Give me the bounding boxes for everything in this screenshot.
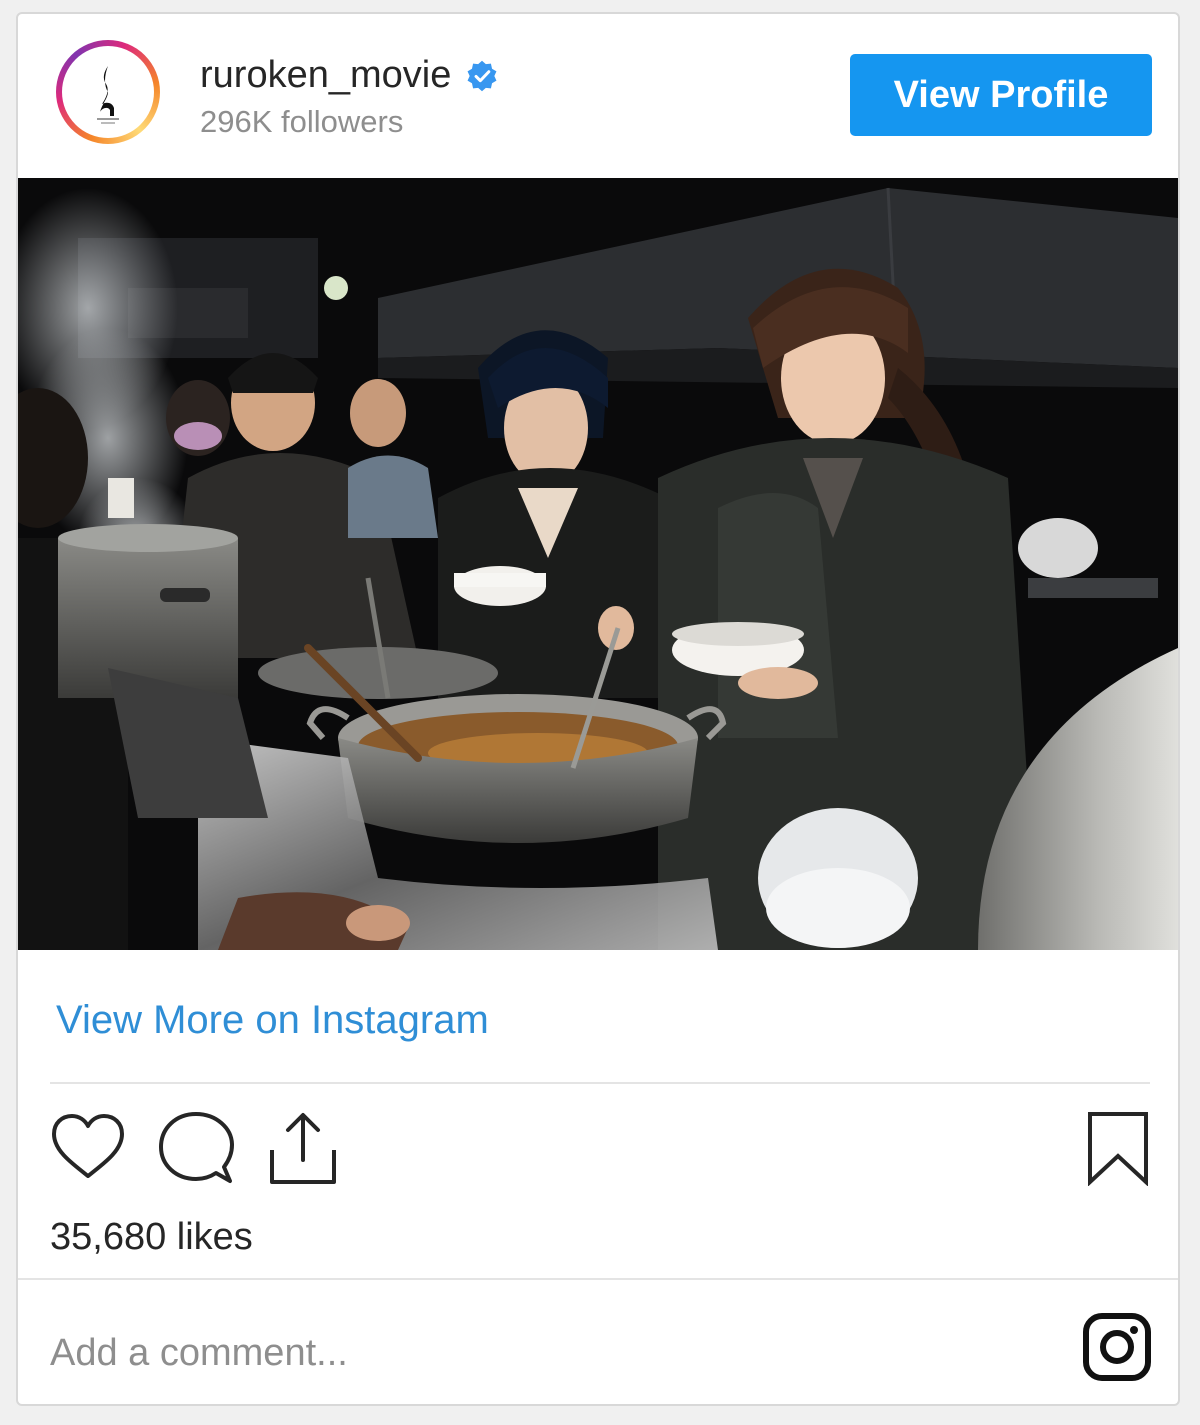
instagram-embed-card: ruroken_movie 296K followers View Profil…	[16, 12, 1180, 1406]
instagram-icon[interactable]	[1082, 1312, 1152, 1382]
username[interactable]: ruroken_movie	[200, 54, 499, 97]
bookmark-icon[interactable]	[1086, 1110, 1150, 1186]
comment-input[interactable]	[48, 1324, 972, 1382]
view-more-link[interactable]: View More on Instagram	[56, 998, 489, 1043]
post-image[interactable]	[18, 178, 1178, 950]
verified-badge-icon	[467, 60, 497, 91]
share-icon[interactable]	[268, 1110, 338, 1186]
follower-count: 296K followers	[200, 104, 404, 139]
view-profile-button[interactable]: View Profile	[850, 54, 1152, 136]
comment-icon[interactable]	[158, 1111, 234, 1185]
movie-logo-icon	[97, 66, 119, 124]
divider	[18, 1278, 1178, 1280]
like-count: 35,680 likes	[50, 1216, 253, 1258]
username-text[interactable]: ruroken_movie	[200, 54, 451, 97]
post-photo	[18, 178, 1178, 950]
profile-avatar[interactable]	[56, 40, 160, 144]
divider	[50, 1082, 1150, 1084]
heart-icon[interactable]	[50, 1112, 126, 1182]
